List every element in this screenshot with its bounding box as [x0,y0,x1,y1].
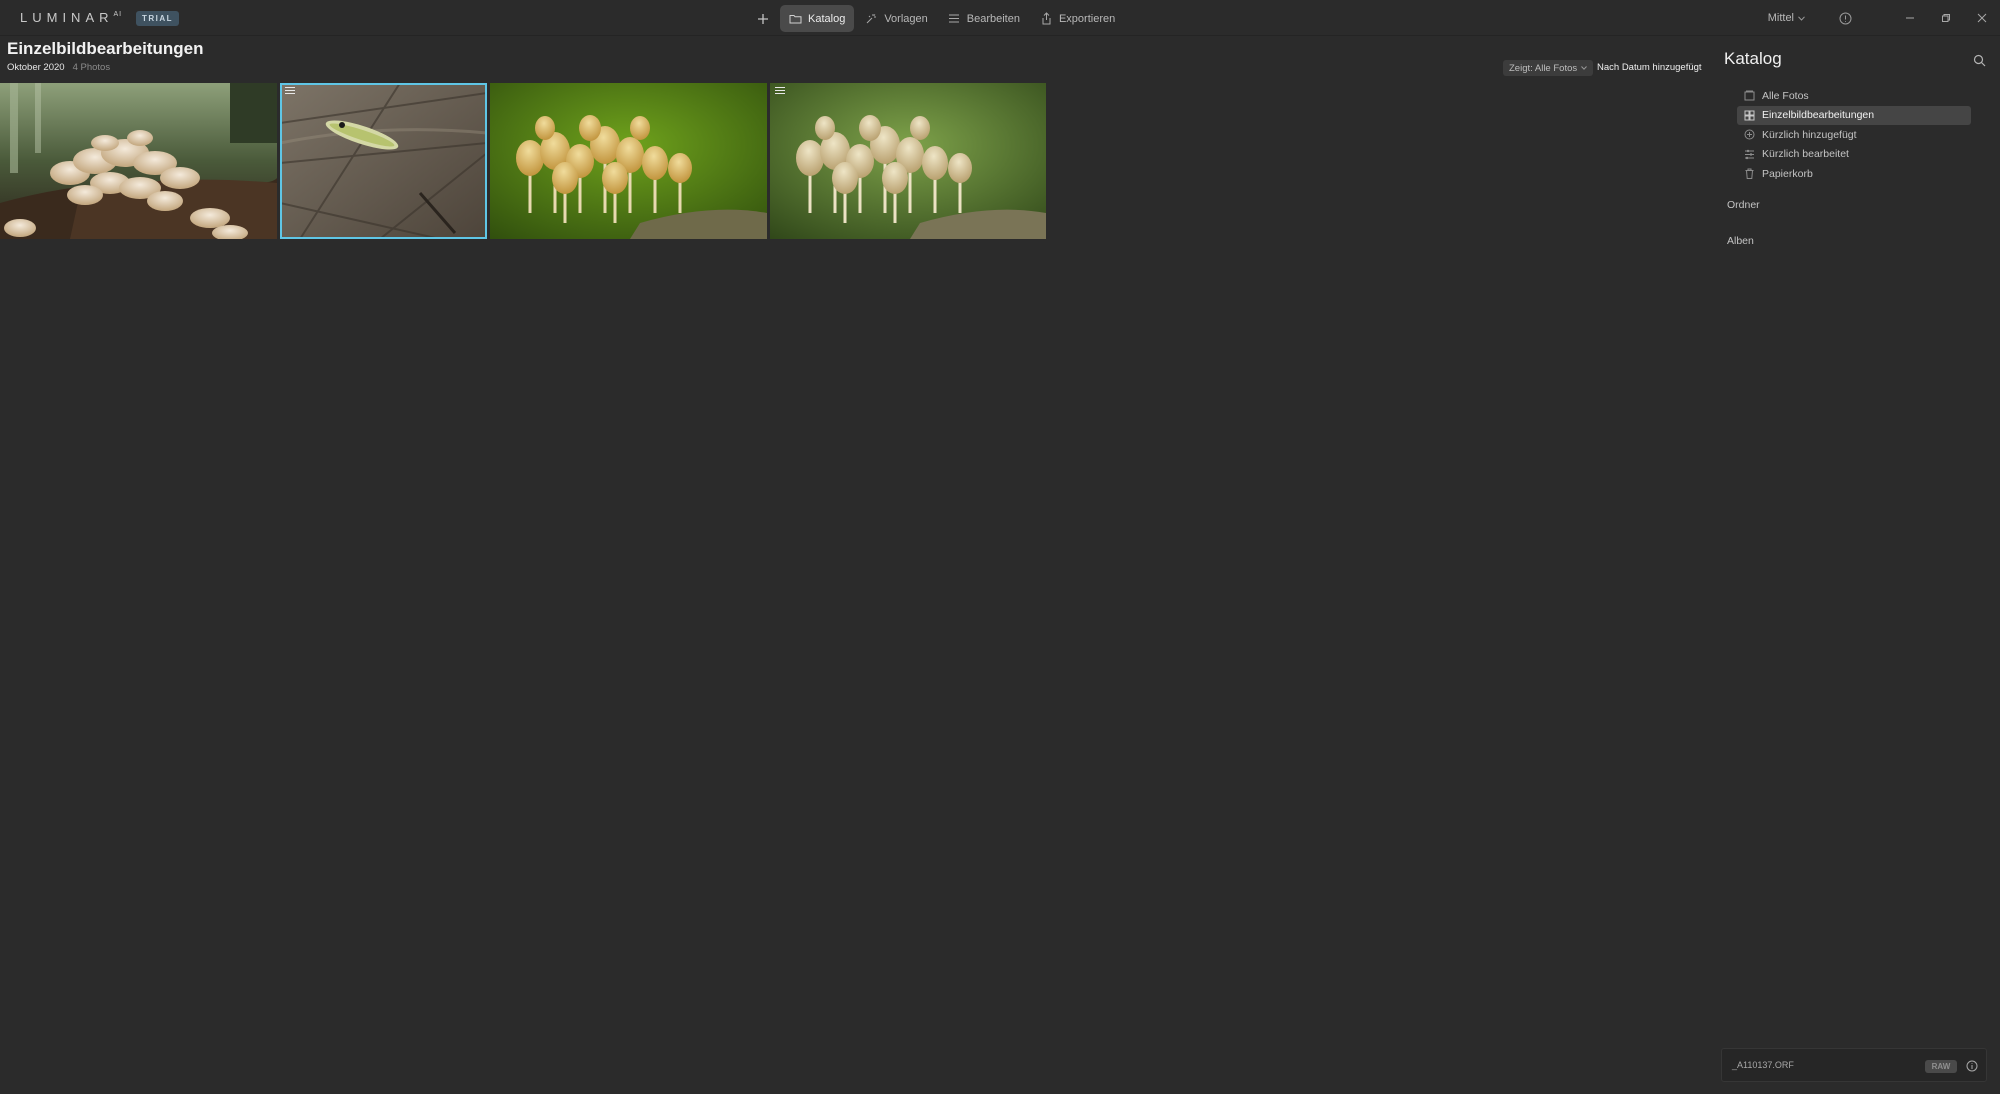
panel-title: Katalog [1724,49,1782,68]
image-info-bar: _A110137.ORF RAW [1721,1048,1987,1082]
catalog-item-label: Kürzlich hinzugefügt [1762,128,1857,141]
selected-filename: _A110137.ORF [1732,1060,1794,1070]
catalog-item-all-photos[interactable]: Alle Fotos [1737,86,1971,106]
catalog-item-label: Alle Fotos [1762,89,1809,102]
thumbnail-size-select[interactable]: Mittel [1768,12,1805,24]
trash-icon [1744,168,1755,180]
catalog-item-recently-edited[interactable]: Kürzlich bearbeitet [1737,145,1971,165]
tab-vorlagen[interactable]: Vorlagen [856,5,936,32]
thumbnail-size-value: Mittel [1767,12,1794,24]
window-controls: Mittel [1768,0,2000,36]
logo-text: LUMINAR [20,10,114,25]
folder-icon [789,12,802,25]
group-header: Oktober 2020 4 Photos [7,62,110,73]
chevron-down-icon [1581,66,1587,70]
raw-badge: RAW [1925,1060,1957,1073]
clock-plus-icon [1744,129,1755,140]
section-folders[interactable]: Ordner [1727,199,1760,211]
info-icon[interactable] [1966,1060,1978,1072]
close-icon [1977,13,1987,23]
group-date: Oktober 2020 [7,62,65,73]
catalog-item-label: Einzelbildbearbeitungen [1762,109,1875,122]
tab-bearbeiten[interactable]: Bearbeiten [939,5,1029,32]
minimize-icon [1906,17,1914,19]
catalog-list: Alle Fotos Einzelbildbearbeitungen Kürzl… [1737,86,1971,184]
catalog-item-recently-added[interactable]: Kürzlich hinzugefügt [1737,125,1971,145]
title-bar: LUMINARAI TRIAL Katalog Vorlagen Bearbei… [0,0,2000,36]
add-photos-button[interactable] [748,5,778,32]
photo-image [280,83,487,239]
restore-icon [1942,14,1950,22]
edited-marker-icon [775,87,785,94]
photos-icon [1744,90,1755,101]
plus-icon [758,13,768,24]
photo-image [490,83,767,239]
sliders-icon [1744,149,1755,160]
filter-dropdown[interactable]: Zeigt: Alle Fotos [1503,60,1594,76]
sparkle-icon [865,12,878,25]
share-icon [1040,12,1053,25]
catalog-item-label: Kürzlich bearbeitet [1762,148,1849,161]
tab-bearbeiten-label: Bearbeiten [966,12,1020,25]
trial-badge[interactable]: TRIAL [136,11,179,26]
minimize-button[interactable] [1892,0,1928,36]
catalog-item-single-edits[interactable]: Einzelbildbearbeitungen [1737,105,1971,125]
grid-icon [1744,110,1755,121]
tab-katalog-label: Katalog [808,12,846,25]
edited-marker-icon [285,87,295,94]
main-navigation: Katalog Vorlagen Bearbeiten Exportieren [748,5,1124,32]
page-title: Einzelbildbearbeitungen [7,39,204,58]
help-icon[interactable] [1839,12,1852,25]
tab-exportieren-label: Exportieren [1058,12,1116,25]
chevron-down-icon [1798,15,1805,21]
app-logo: LUMINARAI [20,10,122,25]
section-albums[interactable]: Alben [1727,235,1754,247]
logo-sup: AI [113,11,123,18]
tab-vorlagen-label: Vorlagen [884,12,928,25]
photo-thumbnail-selected[interactable] [280,83,487,239]
photo-count: 4 Photos [72,62,111,73]
photo-thumbnail[interactable] [770,83,1046,239]
photo-thumbnail[interactable] [0,83,277,239]
search-icon[interactable] [1973,54,1986,67]
tab-katalog[interactable]: Katalog [780,5,855,32]
sliders-icon [948,12,961,25]
sort-dropdown[interactable]: Nach Datum hinzugefügt [1597,62,1702,73]
filter-value: Zeigt: Alle Fotos [1509,62,1578,74]
catalog-item-trash[interactable]: Papierkorb [1737,164,1971,184]
photo-image [770,83,1046,239]
tab-exportieren[interactable]: Exportieren [1031,5,1124,32]
catalog-item-label: Papierkorb [1762,167,1813,180]
close-button[interactable] [1964,0,2000,36]
photo-image [0,83,277,239]
photo-thumbnail[interactable] [490,83,767,239]
restore-button[interactable] [1928,0,1964,36]
